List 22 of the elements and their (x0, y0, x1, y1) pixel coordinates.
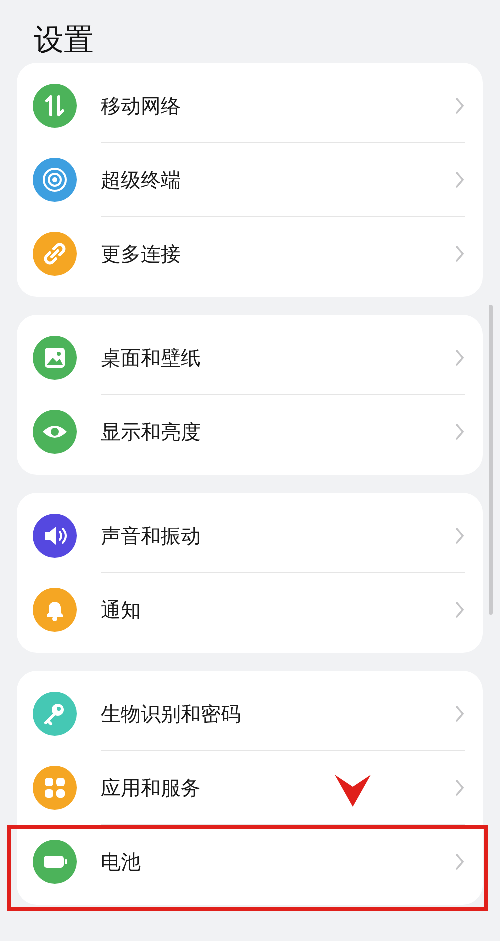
setting-label[interactable]: 电池 (101, 848, 455, 876)
chevron-right-icon (455, 245, 465, 263)
page-title: 设置 (33, 22, 95, 60)
chevron-right-icon (455, 97, 465, 115)
setting-label[interactable]: 更多连接 (101, 240, 455, 268)
setting-label[interactable]: 声音和振动 (101, 522, 455, 550)
down-arrow-mark (333, 773, 373, 809)
setting-label[interactable]: 超级终端 (101, 166, 455, 194)
setting-label[interactable]: 移动网络 (101, 92, 455, 120)
setting-label[interactable]: 通知 (101, 596, 455, 624)
chevron-right-icon (455, 527, 465, 545)
chevron-right-icon (455, 171, 465, 189)
chevron-right-icon (455, 853, 465, 871)
setting-label[interactable]: 生物识别和密码 (101, 700, 455, 728)
chevron-right-icon (455, 349, 465, 367)
chevron-right-icon (455, 779, 465, 797)
setting-label[interactable]: 桌面和壁纸 (101, 344, 455, 372)
chevron-right-icon (455, 423, 465, 441)
chevron-right-icon (455, 705, 465, 723)
chevron-right-icon (455, 601, 465, 619)
setting-label[interactable]: 显示和亮度 (101, 418, 455, 446)
setting-label[interactable]: 应用和服务 (101, 774, 455, 802)
